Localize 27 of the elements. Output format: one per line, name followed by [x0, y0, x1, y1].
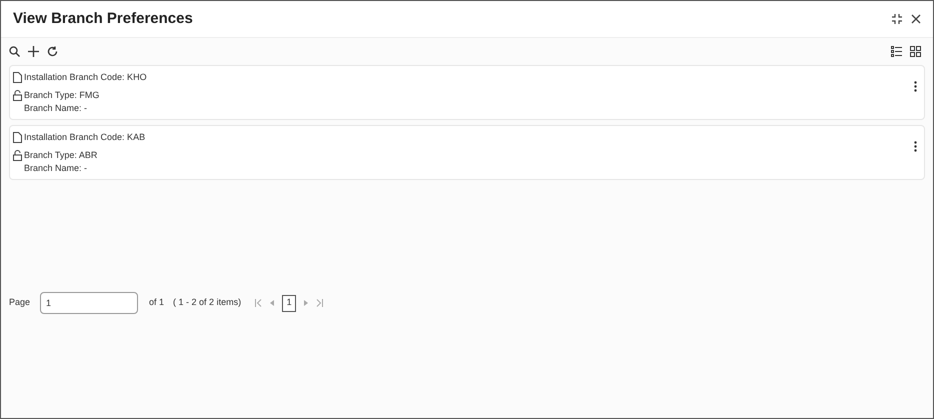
record-card[interactable]: Installation Branch Code: KAB Branch Type: ABR Branch Name: -: [9, 125, 925, 180]
list-view-icon[interactable]: [891, 46, 902, 57]
window-title: View Branch Preferences: [13, 8, 193, 29]
refresh-icon[interactable]: [47, 46, 58, 57]
branch-code: Installation Branch Code: KAB: [24, 131, 146, 144]
search-icon[interactable]: [9, 46, 20, 57]
document-icon: [13, 132, 22, 144]
more-options-icon[interactable]: [914, 141, 917, 152]
grid-view-icon[interactable]: [910, 46, 921, 57]
record-card[interactable]: Installation Branch Code: KHO Branch Type: FMG Branch Name: -: [9, 65, 925, 120]
collapse-icon[interactable]: [891, 13, 903, 25]
branch-name: Branch Name: -: [24, 162, 88, 175]
document-icon: [13, 72, 22, 84]
items-summary: ( 1 - 2 of 2 items): [173, 296, 242, 310]
add-icon[interactable]: [28, 46, 39, 57]
page-count: of 1: [149, 296, 164, 310]
page-input[interactable]: 1: [40, 292, 138, 314]
more-options-icon[interactable]: [914, 81, 917, 92]
branch-name: Branch Name: -: [24, 102, 88, 115]
branch-type: Branch Type: FMG: [24, 88, 100, 102]
close-icon[interactable]: [911, 14, 921, 24]
page-button[interactable]: 1: [282, 294, 296, 312]
branch-code: Installation Branch Code: KHO: [24, 71, 147, 84]
branch-type: Branch Type: ABR: [24, 148, 98, 162]
page-label: Page: [9, 296, 30, 310]
lock-icon: [13, 150, 22, 161]
lock-icon: [13, 90, 22, 101]
